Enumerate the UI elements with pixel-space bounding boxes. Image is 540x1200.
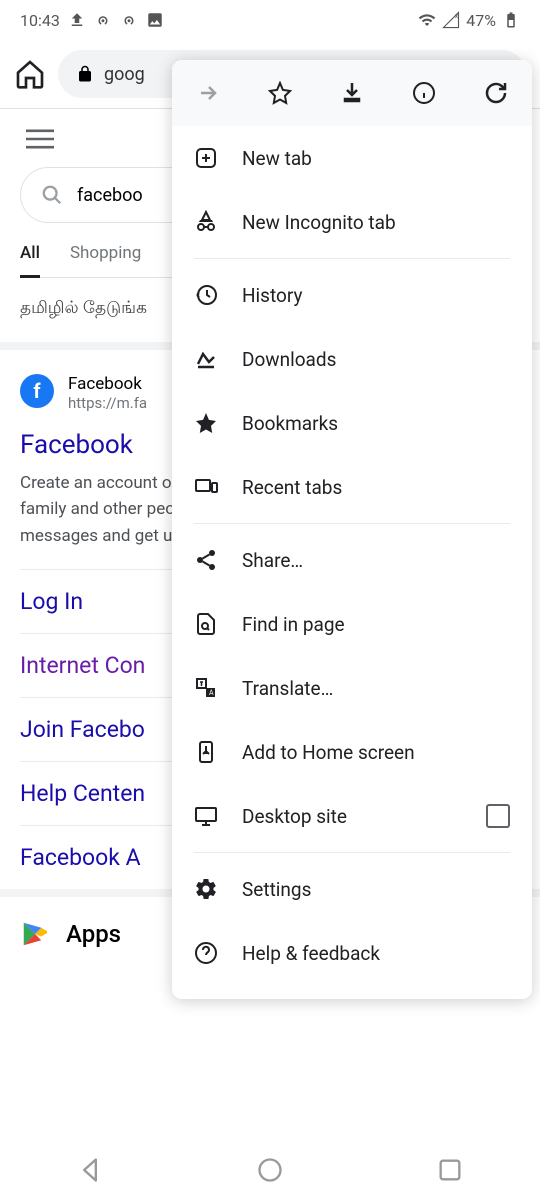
menu-desktop-site[interactable]: Desktop site (172, 784, 532, 848)
menu-find[interactable]: Find in page (172, 592, 532, 656)
bookmarks-icon (194, 411, 218, 435)
recent-tabs-icon (194, 475, 218, 499)
menu-label: Desktop site (242, 805, 347, 828)
download-icon[interactable] (340, 81, 364, 105)
menu-downloads[interactable]: Downloads (172, 327, 532, 391)
desktop-site-checkbox[interactable] (486, 804, 510, 828)
forward-icon[interactable] (196, 81, 220, 105)
menu-label: Find in page (242, 613, 345, 636)
system-nav-bar (0, 1140, 540, 1200)
menu-divider (194, 523, 510, 524)
menu-label: Translate… (242, 677, 333, 700)
info-icon[interactable] (412, 81, 436, 105)
result-site: Facebook (68, 374, 147, 394)
menu-label: New tab (242, 147, 312, 170)
hamburger-icon[interactable] (26, 129, 54, 149)
result-url: https://m.fa (68, 394, 147, 412)
menu-history[interactable]: History (172, 263, 532, 327)
menu-label: Share… (242, 549, 303, 572)
menu-bookmarks[interactable]: Bookmarks (172, 391, 532, 455)
menu-add-home[interactable]: Add to Home screen (172, 720, 532, 784)
menu-label: History (242, 284, 302, 307)
tab-shopping[interactable]: Shopping (70, 243, 141, 265)
add-home-icon (194, 740, 218, 764)
share-icon (194, 548, 218, 572)
facebook-logo-icon: f (20, 374, 54, 408)
new-tab-icon (194, 146, 218, 170)
chrome-menu: New tab New Incognito tab History Downlo… (172, 60, 532, 999)
refresh-icon[interactable] (484, 81, 508, 105)
status-bar: 10:43 x 47% (0, 0, 540, 40)
wifi-icon (418, 11, 436, 29)
play-store-icon (20, 919, 50, 949)
history-icon (194, 283, 218, 307)
menu-settings[interactable]: Settings (172, 857, 532, 921)
incognito-icon (194, 210, 218, 234)
menu-incognito[interactable]: New Incognito tab (172, 190, 532, 254)
search-query: faceboo (77, 185, 143, 206)
image-icon (146, 11, 164, 29)
menu-recent-tabs[interactable]: Recent tabs (172, 455, 532, 519)
home-button[interactable] (256, 1156, 284, 1184)
menu-help[interactable]: Help & feedback (172, 921, 532, 985)
lock-icon (76, 65, 94, 83)
menu-label: Recent tabs (242, 476, 342, 499)
hotspot-icon (94, 11, 112, 29)
status-time: 10:43 (20, 11, 60, 30)
translate-icon: A (194, 676, 218, 700)
menu-label: New Incognito tab (242, 211, 396, 234)
downloads-icon (194, 347, 218, 371)
hotspot-icon-2 (120, 11, 138, 29)
menu-label: Add to Home screen (242, 741, 415, 764)
tab-all[interactable]: All (20, 243, 40, 278)
menu-label: Help & feedback (242, 942, 380, 965)
search-icon (41, 184, 63, 206)
home-icon[interactable] (14, 58, 46, 90)
menu-label: Bookmarks (242, 412, 338, 435)
find-icon (194, 612, 218, 636)
menu-divider (194, 852, 510, 853)
upload-icon (68, 11, 86, 29)
star-icon[interactable] (268, 81, 292, 105)
menu-label: Settings (242, 878, 311, 901)
back-button[interactable] (76, 1156, 104, 1184)
battery-icon (502, 11, 520, 29)
menu-label: Downloads (242, 348, 336, 371)
menu-divider (194, 258, 510, 259)
signal-icon: x (442, 11, 460, 29)
help-icon (194, 941, 218, 965)
menu-new-tab[interactable]: New tab (172, 126, 532, 190)
desktop-icon (194, 804, 218, 828)
menu-translate[interactable]: A Translate… (172, 656, 532, 720)
settings-icon (194, 877, 218, 901)
menu-share[interactable]: Share… (172, 528, 532, 592)
svg-text:A: A (209, 689, 214, 697)
recent-button[interactable] (436, 1156, 464, 1184)
battery-percent: 47% (466, 11, 496, 30)
url-text: goog (104, 64, 145, 85)
